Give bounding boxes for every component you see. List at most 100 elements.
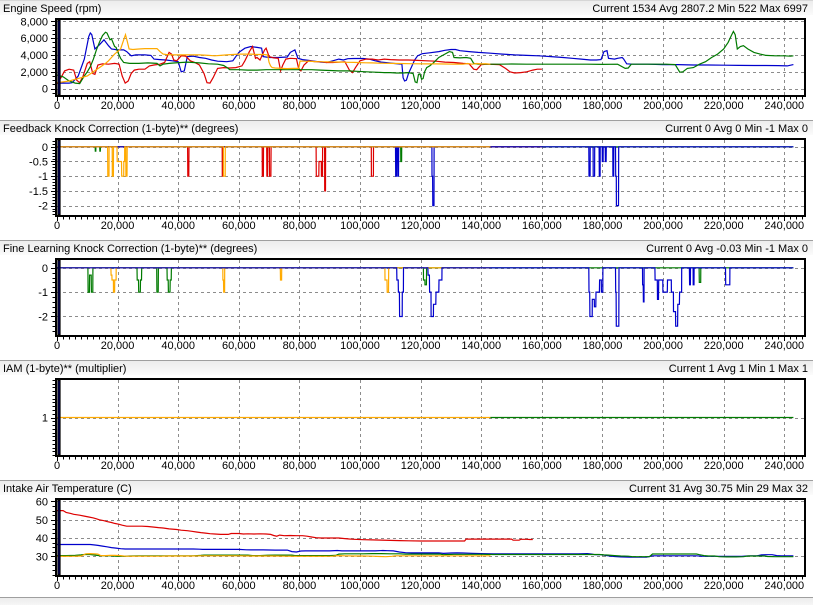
svg-text:40,000: 40,000 (161, 580, 195, 592)
svg-text:40,000: 40,000 (161, 460, 195, 472)
position-cursor (58, 141, 60, 215)
svg-text:120,000: 120,000 (401, 460, 441, 472)
svg-text:220,000: 220,000 (704, 580, 744, 592)
feedback-knock-plot[interactable]: 020,00040,00060,00080,000100,000120,0001… (0, 135, 813, 232)
svg-text:2,000: 2,000 (20, 67, 48, 79)
position-cursor (58, 381, 60, 455)
svg-text:120,000: 120,000 (401, 220, 441, 232)
axis-ticks (51, 381, 803, 462)
svg-text:100,000: 100,000 (340, 220, 380, 232)
svg-text:80,000: 80,000 (283, 220, 317, 232)
svg-text:60,000: 60,000 (222, 340, 256, 352)
svg-text:140,000: 140,000 (461, 340, 501, 352)
svg-text:-2: -2 (38, 201, 48, 213)
svg-text:160,000: 160,000 (522, 460, 562, 472)
chart-title: Engine Speed (rpm) (3, 3, 101, 15)
svg-text:50: 50 (36, 515, 48, 527)
svg-text:220,000: 220,000 (704, 340, 744, 352)
series-blue (57, 33, 793, 83)
chart-titlebar: Intake Air Temperature (C) Current 31 Av… (0, 480, 813, 495)
chart-section-iam: IAM (1-byte)** (multiplier) Current 1 Av… (0, 360, 813, 480)
svg-text:80,000: 80,000 (283, 460, 317, 472)
intake-air-temp-plot[interactable]: 020,00040,00060,00080,000100,000120,0001… (0, 495, 813, 592)
position-cursor (58, 501, 60, 575)
svg-text:40: 40 (36, 533, 48, 545)
svg-text:80,000: 80,000 (283, 340, 317, 352)
axis-ticks (51, 142, 803, 222)
svg-text:40,000: 40,000 (161, 340, 195, 352)
series-lines (57, 268, 793, 326)
svg-text:100,000: 100,000 (340, 340, 380, 352)
chart-section-feedback-knock: Feedback Knock Correction (1-byte)** (de… (0, 120, 813, 240)
svg-text:180,000: 180,000 (583, 100, 623, 112)
svg-text:160,000: 160,000 (522, 220, 562, 232)
x-axis-labels: 020,00040,00060,00080,000100,000120,0001… (54, 340, 804, 352)
svg-text:0: 0 (42, 84, 48, 96)
svg-text:0: 0 (42, 263, 48, 275)
chart-title: Intake Air Temperature (C) (3, 483, 132, 495)
svg-text:0: 0 (54, 100, 60, 112)
svg-text:180,000: 180,000 (583, 220, 623, 232)
svg-text:240,000: 240,000 (764, 460, 804, 472)
svg-text:160,000: 160,000 (522, 100, 562, 112)
svg-text:60,000: 60,000 (222, 460, 256, 472)
series-green (57, 268, 793, 292)
svg-text:140,000: 140,000 (461, 220, 501, 232)
iam-plot[interactable]: 020,00040,00060,00080,000100,000120,0001… (0, 375, 813, 472)
chart-stats: Current 1534 Avg 2807.2 Min 522 Max 6997 (592, 3, 808, 15)
grid (57, 500, 804, 575)
chart-titlebar: IAM (1-byte)** (multiplier) Current 1 Av… (0, 360, 813, 375)
svg-text:6,000: 6,000 (20, 33, 48, 45)
svg-text:0: 0 (54, 340, 60, 352)
svg-text:200,000: 200,000 (643, 340, 683, 352)
fine-learning-knock-plot[interactable]: 020,00040,00060,00080,000100,000120,0001… (0, 255, 813, 352)
chart-stats: Current 1 Avg 1 Min 1 Max 1 (669, 363, 808, 375)
y-axis-labels: 0-1-2 (38, 263, 48, 324)
svg-text:180,000: 180,000 (583, 580, 623, 592)
svg-text:0: 0 (42, 142, 48, 154)
logger-graph-window: Engine Speed (rpm) Current 1534 Avg 2807… (0, 0, 813, 605)
svg-text:20,000: 20,000 (101, 460, 135, 472)
svg-text:60: 60 (36, 496, 48, 508)
grid (57, 20, 804, 95)
svg-text:60,000: 60,000 (222, 580, 256, 592)
x-axis-labels: 020,00040,00060,00080,000100,000120,0001… (54, 220, 804, 232)
svg-text:30: 30 (36, 551, 48, 563)
svg-text:100,000: 100,000 (340, 460, 380, 472)
svg-text:240,000: 240,000 (764, 220, 804, 232)
svg-text:20,000: 20,000 (101, 340, 135, 352)
svg-text:40,000: 40,000 (161, 220, 195, 232)
series-lines (57, 31, 793, 83)
svg-text:1: 1 (42, 413, 48, 425)
svg-text:100,000: 100,000 (340, 100, 380, 112)
chart-stats: Current 0 Avg 0 Min -1 Max 0 (665, 123, 808, 135)
chart-titlebar: Fine Learning Knock Correction (1-byte)*… (0, 240, 813, 255)
svg-text:20,000: 20,000 (101, 100, 135, 112)
svg-text:180,000: 180,000 (583, 340, 623, 352)
x-axis-labels: 020,00040,00060,00080,000100,000120,0001… (54, 100, 804, 112)
chart-stats: Current 0 Avg -0.03 Min -1 Max 0 (646, 243, 808, 255)
svg-text:60,000: 60,000 (222, 100, 256, 112)
chart-title: Feedback Knock Correction (1-byte)** (de… (3, 123, 238, 135)
chart-titlebar: Feedback Knock Correction (1-byte)** (de… (0, 120, 813, 135)
svg-text:0: 0 (54, 580, 60, 592)
svg-text:80,000: 80,000 (283, 580, 317, 592)
svg-text:220,000: 220,000 (704, 100, 744, 112)
svg-text:140,000: 140,000 (461, 460, 501, 472)
svg-text:240,000: 240,000 (764, 340, 804, 352)
svg-text:-2: -2 (38, 311, 48, 323)
svg-text:140,000: 140,000 (461, 100, 501, 112)
engine-speed-plot[interactable]: 020,00040,00060,00080,000100,000120,0001… (0, 15, 813, 112)
plot-border (56, 139, 805, 216)
svg-text:200,000: 200,000 (643, 580, 683, 592)
y-axis-labels: 02,0004,0006,0008,000 (20, 16, 48, 95)
svg-text:100,000: 100,000 (340, 580, 380, 592)
svg-text:220,000: 220,000 (704, 220, 744, 232)
bottom-partial-titlebar (0, 597, 813, 605)
x-axis-labels: 020,00040,00060,00080,000100,000120,0001… (54, 580, 804, 592)
chart-section-intake-air-temp: Intake Air Temperature (C) Current 31 Av… (0, 480, 813, 597)
svg-text:40,000: 40,000 (161, 100, 195, 112)
chart-section-fine-learning-knock: Fine Learning Knock Correction (1-byte)*… (0, 240, 813, 360)
svg-text:80,000: 80,000 (283, 100, 317, 112)
svg-text:180,000: 180,000 (583, 460, 623, 472)
